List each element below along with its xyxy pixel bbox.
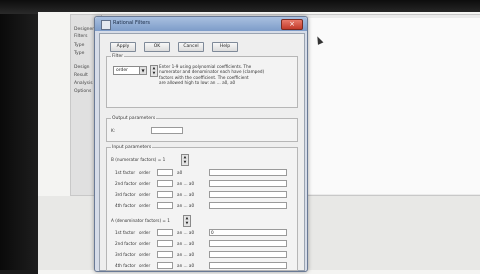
den-factor-4-order-field[interactable] bbox=[157, 262, 173, 269]
tree-item[interactable]: Designer bbox=[74, 27, 94, 32]
filter-description-line: are allowed high to low: an ... a0, a0 bbox=[159, 80, 236, 86]
numerator-factors-label: B (numerator factors) = 1 bbox=[111, 157, 166, 162]
den-factor-4-label: 4th factor bbox=[115, 263, 136, 268]
num-factor-2-order-label: order bbox=[139, 181, 151, 186]
tree-item[interactable]: Design bbox=[74, 65, 90, 70]
tree-item[interactable]: Filters bbox=[74, 34, 88, 39]
den-factor-2-coef-label: an ... a0 bbox=[177, 241, 195, 246]
num-factor-1-order-field[interactable] bbox=[157, 169, 173, 176]
monitor-bezel-left bbox=[0, 0, 40, 270]
num-factor-4-coef-field[interactable] bbox=[209, 202, 287, 209]
num-factor-3-order-field[interactable] bbox=[157, 191, 173, 198]
k-label: K: bbox=[111, 128, 116, 133]
den-factor-1-label: 1st factor bbox=[115, 230, 136, 235]
den-factor-2-label: 2nd factor bbox=[115, 241, 137, 246]
num-factor-1-coef-label: a0 bbox=[177, 170, 183, 175]
tree-item[interactable]: Result bbox=[74, 73, 88, 78]
den-factor-1-coef-label: an ... a0 bbox=[177, 230, 195, 235]
ok-button[interactable]: OK bbox=[144, 42, 170, 52]
num-factor-4-order-label: order bbox=[139, 203, 151, 208]
tree-item[interactable]: Options bbox=[74, 89, 91, 94]
num-factor-4-order-field[interactable] bbox=[157, 202, 173, 209]
dialog-title: Rational Filters bbox=[113, 20, 151, 26]
num-factor-3-coef-field[interactable] bbox=[209, 191, 287, 198]
output-group-label: Output parameters bbox=[111, 116, 157, 121]
cancel-button[interactable]: Cancel bbox=[178, 42, 204, 52]
num-factor-2-coef-label: an ... a0 bbox=[177, 181, 195, 186]
num-factor-1-label: 1st factor bbox=[115, 170, 136, 175]
den-factor-4-coef-label: an ... a0 bbox=[177, 263, 195, 268]
filter-order-value: order bbox=[116, 68, 128, 73]
den-factor-2-order-field[interactable] bbox=[157, 240, 173, 247]
close-icon: × bbox=[289, 20, 295, 28]
app-window-icon bbox=[101, 20, 111, 30]
chevron-down-icon: ▼ bbox=[139, 67, 146, 74]
den-factor-3-order-field[interactable] bbox=[157, 251, 173, 258]
den-factor-1-order-label: order bbox=[139, 230, 151, 235]
num-factor-4-coef-label: an ... a0 bbox=[177, 203, 195, 208]
filter-order-spin[interactable]: ▲ ▼ bbox=[150, 65, 158, 77]
num-factor-1-coef-field[interactable] bbox=[209, 169, 287, 176]
num-factor-1-order-label: order bbox=[139, 170, 151, 175]
den-factor-4-coef-field[interactable] bbox=[209, 262, 287, 269]
filter-description: Enter 1-9 using polynomial coefficients.… bbox=[159, 64, 295, 86]
num-factor-3-order-label: order bbox=[139, 192, 151, 197]
tree-item[interactable]: Type bbox=[74, 51, 84, 56]
den-factor-2-coef-field[interactable] bbox=[209, 240, 287, 247]
filter-order-combo[interactable]: order ▼ bbox=[113, 66, 147, 75]
numerator-factors-spin[interactable]: ▲ ▼ bbox=[181, 154, 189, 166]
den-factor-3-coef-label: an ... a0 bbox=[177, 252, 195, 257]
denominator-factors-label: A (denominator factors) = 1 bbox=[111, 218, 170, 223]
output-parameters-group: Output parameters K: bbox=[106, 116, 298, 142]
background-main-area bbox=[300, 18, 480, 194]
den-factor-1-coef-field[interactable]: 0 bbox=[209, 229, 287, 236]
num-factor-2-order-field[interactable] bbox=[157, 180, 173, 187]
apply-button[interactable]: Apply bbox=[110, 42, 136, 52]
den-factor-2-order-label: order bbox=[139, 241, 151, 246]
close-button[interactable]: × bbox=[281, 19, 303, 30]
den-factor-1-order-field[interactable] bbox=[157, 229, 173, 236]
input-parameters-group: Input parameters B (numerator factors) =… bbox=[106, 145, 298, 271]
dialog-client-area: Apply OK Cancel Help Filter order ▼ ▲ ▼ E… bbox=[99, 33, 305, 271]
num-factor-3-coef-label: an ... a0 bbox=[177, 192, 195, 197]
num-factor-3-label: 3rd factor bbox=[115, 192, 136, 197]
tree-item[interactable]: Type bbox=[74, 43, 84, 48]
input-group-label: Input parameters bbox=[111, 145, 153, 150]
tree-item[interactable]: Analysis bbox=[74, 81, 93, 86]
filter-group-label: Filter bbox=[111, 54, 125, 59]
den-factor-3-label: 3rd factor bbox=[115, 252, 136, 257]
denominator-factors-spin[interactable]: ▲ ▼ bbox=[183, 215, 191, 227]
den-factor-3-coef-field[interactable] bbox=[209, 251, 287, 258]
k-output-field[interactable] bbox=[151, 127, 183, 134]
den-factor-3-order-label: order bbox=[139, 252, 151, 257]
filter-group: Filter order ▼ ▲ ▼ Enter 1-9 using polyno… bbox=[106, 54, 298, 108]
num-factor-2-coef-field[interactable] bbox=[209, 180, 287, 187]
help-button[interactable]: Help bbox=[212, 42, 238, 52]
den-factor-4-order-label: order bbox=[139, 263, 151, 268]
rational-filters-dialog: Rational Filters × Apply OK Cancel Help … bbox=[94, 16, 308, 272]
num-factor-4-label: 4th factor bbox=[115, 203, 136, 208]
num-factor-2-label: 2nd factor bbox=[115, 181, 137, 186]
dialog-title-bar[interactable]: Rational Filters × bbox=[95, 17, 307, 31]
